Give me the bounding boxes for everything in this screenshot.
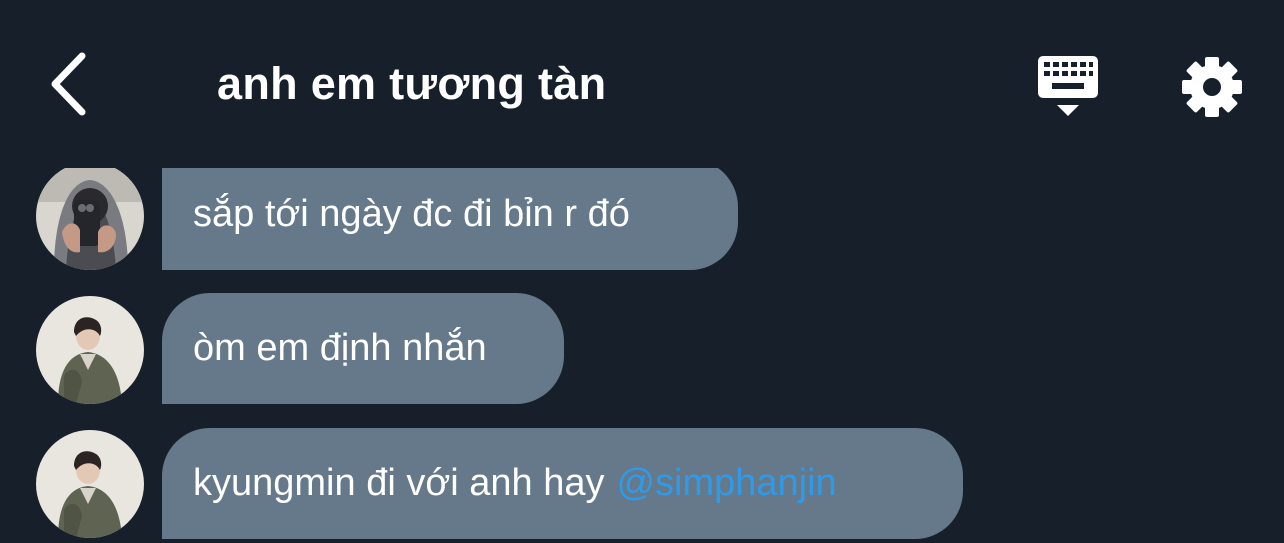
avatar-user-hoodie-phone [36, 168, 144, 270]
keyboard-icon [1038, 56, 1098, 116]
avatar[interactable] [36, 430, 144, 538]
message-bubble[interactable]: sắp tới ngày đc đi bỉn r đó [162, 168, 738, 270]
chat-title: anh em tương tàn [217, 58, 607, 109]
settings-button[interactable] [1176, 50, 1248, 122]
message-bubble[interactable]: òm em định nhắn [162, 293, 564, 404]
avatar[interactable] [36, 168, 144, 270]
message-text: kyungmin đi với anh hay [193, 462, 605, 504]
message-bubble[interactable]: kyungmin đi với anh hay @simphanjin [162, 428, 963, 539]
gear-icon [1182, 57, 1242, 117]
back-button[interactable] [36, 48, 100, 120]
avatar[interactable] [36, 296, 144, 404]
message-text: òm em định nhắn [193, 327, 487, 369]
message-text: sắp tới ngày đc đi bỉn r đó [193, 193, 630, 235]
avatar-user-jacket [36, 296, 144, 404]
chat-header: anh em tương tàn [0, 0, 1284, 170]
avatar-user-jacket [36, 430, 144, 538]
keyboard-button[interactable] [1030, 50, 1106, 120]
mention-link[interactable]: @simphanjin [616, 462, 836, 505]
message-list[interactable]: sắp tới ngày đc đi bỉn r đó òm em định n… [0, 168, 1284, 543]
chevron-left-icon [51, 52, 86, 116]
